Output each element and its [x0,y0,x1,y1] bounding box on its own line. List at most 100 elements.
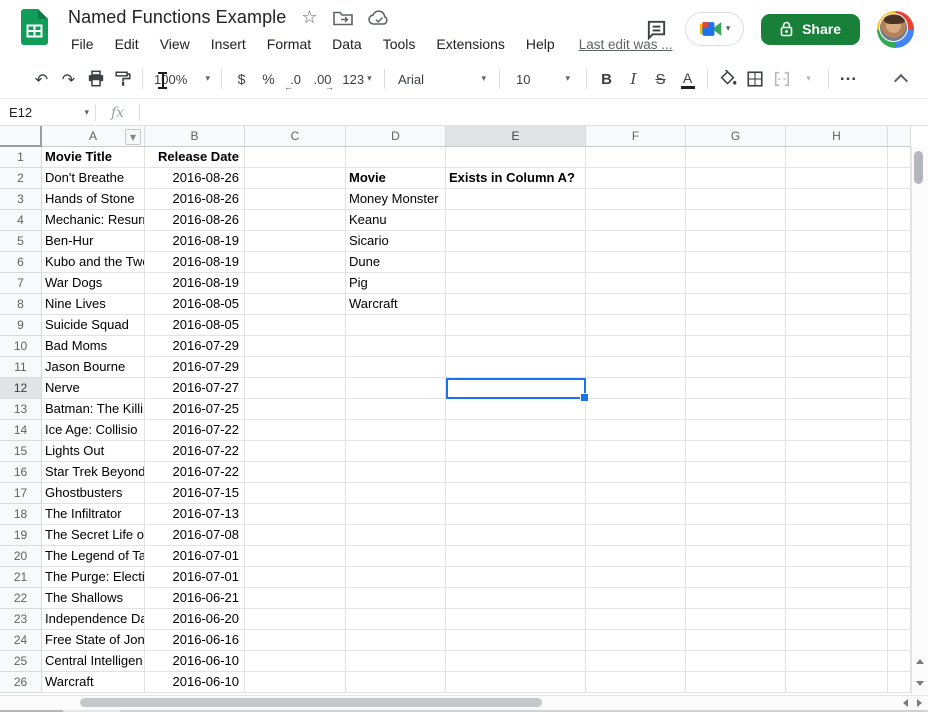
scroll-up-button[interactable] [911,650,928,672]
row-header-5[interactable]: 5 [0,231,42,252]
cell-G11[interactable] [686,357,786,378]
cell-D15[interactable] [346,441,446,462]
cell-D25[interactable] [346,651,446,672]
cell-B17[interactable]: 2016-07-15 [145,483,245,504]
cell-H23[interactable] [786,609,888,630]
cell-E25[interactable] [446,651,586,672]
row-header-16[interactable]: 16 [0,462,42,483]
column-header-H[interactable]: H [786,126,888,147]
cell-C7[interactable] [245,273,346,294]
cell-C13[interactable] [245,399,346,420]
cell-D22[interactable] [346,588,446,609]
increase-decimal-button[interactable]: .00 → [309,65,336,93]
cell-H14[interactable] [786,420,888,441]
cell-F23[interactable] [586,609,686,630]
cell-D26[interactable] [346,672,446,693]
row-header-2[interactable]: 2 [0,168,42,189]
cell-C19[interactable] [245,525,346,546]
row-header-10[interactable]: 10 [0,336,42,357]
row-header-6[interactable]: 6 [0,252,42,273]
cell-H26[interactable] [786,672,888,693]
cell-E2[interactable]: Exists in Column A? [446,168,586,189]
cell-B8[interactable]: 2016-08-05 [145,294,245,315]
cell-H2[interactable] [786,168,888,189]
row-header-15[interactable]: 15 [0,441,42,462]
menu-item-view[interactable]: View [157,35,193,53]
cell-A12[interactable]: Nerve [42,378,145,399]
cell-B15[interactable]: 2016-07-22 [145,441,245,462]
cell-H19[interactable] [786,525,888,546]
cell-E5[interactable] [446,231,586,252]
cell-C16[interactable] [245,462,346,483]
cell-H17[interactable] [786,483,888,504]
cell-B16[interactable]: 2016-07-22 [145,462,245,483]
cell-C18[interactable] [245,504,346,525]
row-header-4[interactable]: 4 [0,210,42,231]
cell-E24[interactable] [446,630,586,651]
cell-B26[interactable]: 2016-06-10 [145,672,245,693]
cell-partial-13[interactable] [888,399,911,420]
scroll-right-button[interactable] [913,696,926,709]
cell-H15[interactable] [786,441,888,462]
cell-D20[interactable] [346,546,446,567]
cell-F3[interactable] [586,189,686,210]
row-header-12[interactable]: 12 [0,378,42,399]
print-button[interactable] [82,65,109,93]
cell-D5[interactable]: Sicario [346,231,446,252]
cell-F16[interactable] [586,462,686,483]
cell-H24[interactable] [786,630,888,651]
cell-F7[interactable] [586,273,686,294]
cell-H12[interactable] [786,378,888,399]
cell-E21[interactable] [446,567,586,588]
row-header-18[interactable]: 18 [0,504,42,525]
cell-G16[interactable] [686,462,786,483]
cell-G19[interactable] [686,525,786,546]
cell-A18[interactable]: The Infiltrator [42,504,145,525]
cell-B24[interactable]: 2016-06-16 [145,630,245,651]
cell-D7[interactable]: Pig [346,273,446,294]
cell-F18[interactable] [586,504,686,525]
cell-B21[interactable]: 2016-07-01 [145,567,245,588]
cell-partial-19[interactable] [888,525,911,546]
column-header-partial[interactable] [888,126,911,147]
cell-A17[interactable]: Ghostbusters [42,483,145,504]
column-header-A[interactable]: A ▼ [42,126,145,147]
menu-item-file[interactable]: File [68,35,97,53]
cell-partial-4[interactable] [888,210,911,231]
cell-partial-12[interactable] [888,378,911,399]
cell-F4[interactable] [586,210,686,231]
cell-E20[interactable] [446,546,586,567]
cell-D14[interactable] [346,420,446,441]
cell-G2[interactable] [686,168,786,189]
cell-B23[interactable]: 2016-06-20 [145,609,245,630]
cell-A9[interactable]: Suicide Squad [42,315,145,336]
hide-menus-button[interactable] [887,65,914,93]
percent-format-button[interactable]: % [255,65,282,93]
cell-G20[interactable] [686,546,786,567]
cell-E19[interactable] [446,525,586,546]
row-header-25[interactable]: 25 [0,651,42,672]
bold-button[interactable]: B [593,65,620,93]
cell-B11[interactable]: 2016-07-29 [145,357,245,378]
scroll-left-button[interactable] [899,696,912,709]
cell-A23[interactable]: Independence Da [42,609,145,630]
cell-H6[interactable] [786,252,888,273]
meet-button[interactable]: ▾ [685,12,745,46]
cell-C10[interactable] [245,336,346,357]
cell-C5[interactable] [245,231,346,252]
cell-D19[interactable] [346,525,446,546]
column-header-G[interactable]: G [686,126,786,147]
cell-E11[interactable] [446,357,586,378]
cell-partial-18[interactable] [888,504,911,525]
cell-D13[interactable] [346,399,446,420]
cell-C1[interactable] [245,147,346,168]
cell-E1[interactable] [446,147,586,168]
cell-C26[interactable] [245,672,346,693]
cell-H7[interactable] [786,273,888,294]
cell-G7[interactable] [686,273,786,294]
menu-item-data[interactable]: Data [329,35,365,53]
cell-G23[interactable] [686,609,786,630]
cell-H25[interactable] [786,651,888,672]
cell-E15[interactable] [446,441,586,462]
cell-A20[interactable]: The Legend of Ta [42,546,145,567]
